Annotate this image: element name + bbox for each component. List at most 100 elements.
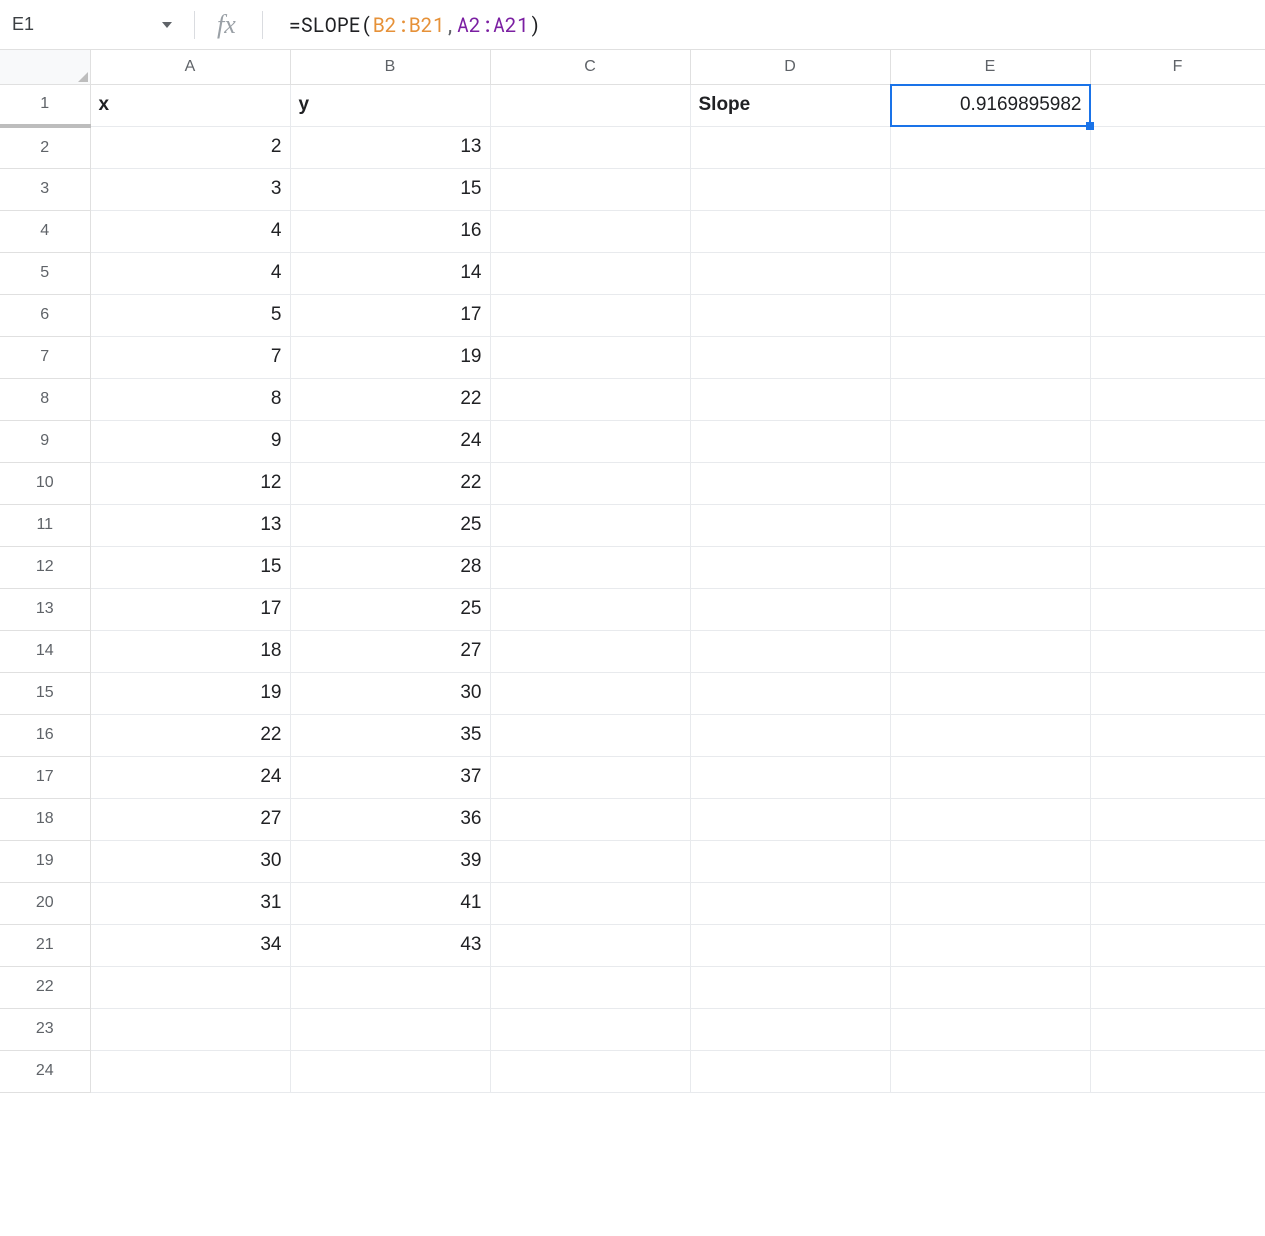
cell-B22[interactable] [290,966,490,1008]
cell-E17[interactable] [890,756,1090,798]
cell-A12[interactable]: 15 [90,546,290,588]
cell-D11[interactable] [690,504,890,546]
selection-handle[interactable] [1086,122,1094,130]
cell-E11[interactable] [890,504,1090,546]
cell-E15[interactable] [890,672,1090,714]
row-header-15[interactable]: 15 [0,672,90,714]
cell-C2[interactable] [490,126,690,168]
cell-C9[interactable] [490,420,690,462]
cell-E6[interactable] [890,294,1090,336]
cell-F14[interactable] [1090,630,1265,672]
cell-B15[interactable]: 30 [290,672,490,714]
row-header-24[interactable]: 24 [0,1050,90,1092]
cell-B5[interactable]: 14 [290,252,490,294]
cell-D14[interactable] [690,630,890,672]
spreadsheet-grid[interactable]: A B C D E F 1xySlope0.916989598222133315… [0,50,1265,1093]
cell-B11[interactable]: 25 [290,504,490,546]
cell-B7[interactable]: 19 [290,336,490,378]
cell-F8[interactable] [1090,378,1265,420]
cell-D20[interactable] [690,882,890,924]
cell-D13[interactable] [690,588,890,630]
cell-F19[interactable] [1090,840,1265,882]
cell-C22[interactable] [490,966,690,1008]
cell-D15[interactable] [690,672,890,714]
cell-E7[interactable] [890,336,1090,378]
cell-B4[interactable]: 16 [290,210,490,252]
cell-F9[interactable] [1090,420,1265,462]
name-box[interactable]: E1 [12,14,172,35]
row-header-7[interactable]: 7 [0,336,90,378]
cell-F12[interactable] [1090,546,1265,588]
row-header-14[interactable]: 14 [0,630,90,672]
cell-B1[interactable]: y [290,84,490,126]
row-header-2[interactable]: 2 [0,126,90,168]
cell-B20[interactable]: 41 [290,882,490,924]
cell-D4[interactable] [690,210,890,252]
cell-E13[interactable] [890,588,1090,630]
cell-F11[interactable] [1090,504,1265,546]
cell-D1[interactable]: Slope [690,84,890,126]
cell-B24[interactable] [290,1050,490,1092]
cell-B2[interactable]: 13 [290,126,490,168]
row-header-4[interactable]: 4 [0,210,90,252]
cell-A5[interactable]: 4 [90,252,290,294]
cell-A7[interactable]: 7 [90,336,290,378]
cell-F10[interactable] [1090,462,1265,504]
cell-A22[interactable] [90,966,290,1008]
cell-F18[interactable] [1090,798,1265,840]
cell-F20[interactable] [1090,882,1265,924]
cell-C4[interactable] [490,210,690,252]
cell-D10[interactable] [690,462,890,504]
cell-F16[interactable] [1090,714,1265,756]
cell-D8[interactable] [690,378,890,420]
row-header-13[interactable]: 13 [0,588,90,630]
cell-C21[interactable] [490,924,690,966]
cell-F5[interactable] [1090,252,1265,294]
col-header-C[interactable]: C [490,50,690,84]
cell-C15[interactable] [490,672,690,714]
formula-input[interactable]: =SLOPE(B2:B21, A2:A21) [289,12,541,38]
cell-D17[interactable] [690,756,890,798]
cell-F6[interactable] [1090,294,1265,336]
cell-B19[interactable]: 39 [290,840,490,882]
cell-B9[interactable]: 24 [290,420,490,462]
cell-E12[interactable] [890,546,1090,588]
cell-C24[interactable] [490,1050,690,1092]
cell-A4[interactable]: 4 [90,210,290,252]
cell-A17[interactable]: 24 [90,756,290,798]
cell-B12[interactable]: 28 [290,546,490,588]
cell-B8[interactable]: 22 [290,378,490,420]
row-header-3[interactable]: 3 [0,168,90,210]
cell-F23[interactable] [1090,1008,1265,1050]
cell-B3[interactable]: 15 [290,168,490,210]
cell-D6[interactable] [690,294,890,336]
cell-F22[interactable] [1090,966,1265,1008]
cell-D22[interactable] [690,966,890,1008]
cell-E4[interactable] [890,210,1090,252]
cell-C19[interactable] [490,840,690,882]
cell-D23[interactable] [690,1008,890,1050]
cell-F1[interactable] [1090,84,1265,126]
cell-C10[interactable] [490,462,690,504]
cell-C23[interactable] [490,1008,690,1050]
cell-E2[interactable] [890,126,1090,168]
cell-E5[interactable] [890,252,1090,294]
cell-F7[interactable] [1090,336,1265,378]
cell-D2[interactable] [690,126,890,168]
cell-C13[interactable] [490,588,690,630]
cell-C3[interactable] [490,168,690,210]
row-header-20[interactable]: 20 [0,882,90,924]
cell-F24[interactable] [1090,1050,1265,1092]
cell-B16[interactable]: 35 [290,714,490,756]
cell-E8[interactable] [890,378,1090,420]
cell-D21[interactable] [690,924,890,966]
col-header-B[interactable]: B [290,50,490,84]
row-header-12[interactable]: 12 [0,546,90,588]
cell-F15[interactable] [1090,672,1265,714]
row-header-21[interactable]: 21 [0,924,90,966]
cell-A11[interactable]: 13 [90,504,290,546]
row-header-8[interactable]: 8 [0,378,90,420]
cell-D5[interactable] [690,252,890,294]
cell-F17[interactable] [1090,756,1265,798]
cell-D19[interactable] [690,840,890,882]
